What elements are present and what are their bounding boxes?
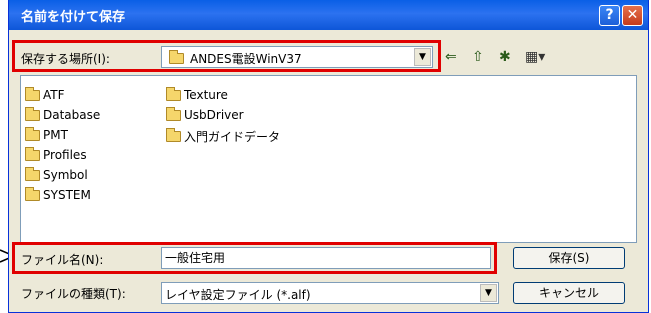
up-folder-icon[interactable]: ⇧ [472,49,484,65]
back-icon[interactable]: ⇐ [445,49,457,65]
list-item[interactable]: Texture [166,86,228,102]
filename-highlight [12,242,497,274]
folder-icon [25,186,40,201]
folder-icon [25,146,40,161]
list-item[interactable]: Symbol [25,166,88,182]
list-item[interactable]: SYSTEM [25,186,91,202]
list-item[interactable]: Profiles [25,146,87,162]
help-button[interactable]: ? [599,5,620,26]
list-item[interactable]: Database [25,106,100,122]
list-item[interactable]: PMT [25,126,68,142]
folder-icon [25,166,40,181]
filetype-label: ファイルの種類(T): [21,287,126,301]
save-dialog: 名前を付けて保存 ? ✕ 保存する場所(I): ANDES電設WinV37 ▼ … [8,0,649,313]
new-folder-icon[interactable]: ✱ [499,49,511,65]
filetype-select[interactable]: レイヤ設定ファイル (*.alf) ▼ [161,282,499,304]
folder-icon [25,126,40,141]
folder-icon [166,86,181,101]
title-bar: 名前を付けて保存 ? ✕ [9,0,648,30]
cancel-button[interactable]: キャンセル [513,282,625,304]
folder-icon [166,128,181,142]
folder-icon [25,106,40,121]
folder-icon [166,106,181,121]
list-item[interactable]: UsbDriver [166,106,244,122]
chevron-down-icon[interactable]: ▼ [480,284,497,302]
location-highlight [12,40,441,72]
folder-icon [25,86,40,101]
close-button[interactable]: ✕ [622,5,643,26]
view-menu-icon[interactable]: ▦▾ [525,49,545,65]
filetype-value: レイヤ設定ファイル (*.alf) [165,288,311,302]
dialog-title: 名前を付けて保存 [21,10,126,25]
list-item[interactable]: 入門ガイドデータ [166,128,280,145]
file-list[interactable]: ATF Database PMT Profiles Symbol SYSTEM … [20,75,637,243]
list-item[interactable]: ATF [25,86,65,102]
save-button[interactable]: 保存(S) [513,247,625,269]
